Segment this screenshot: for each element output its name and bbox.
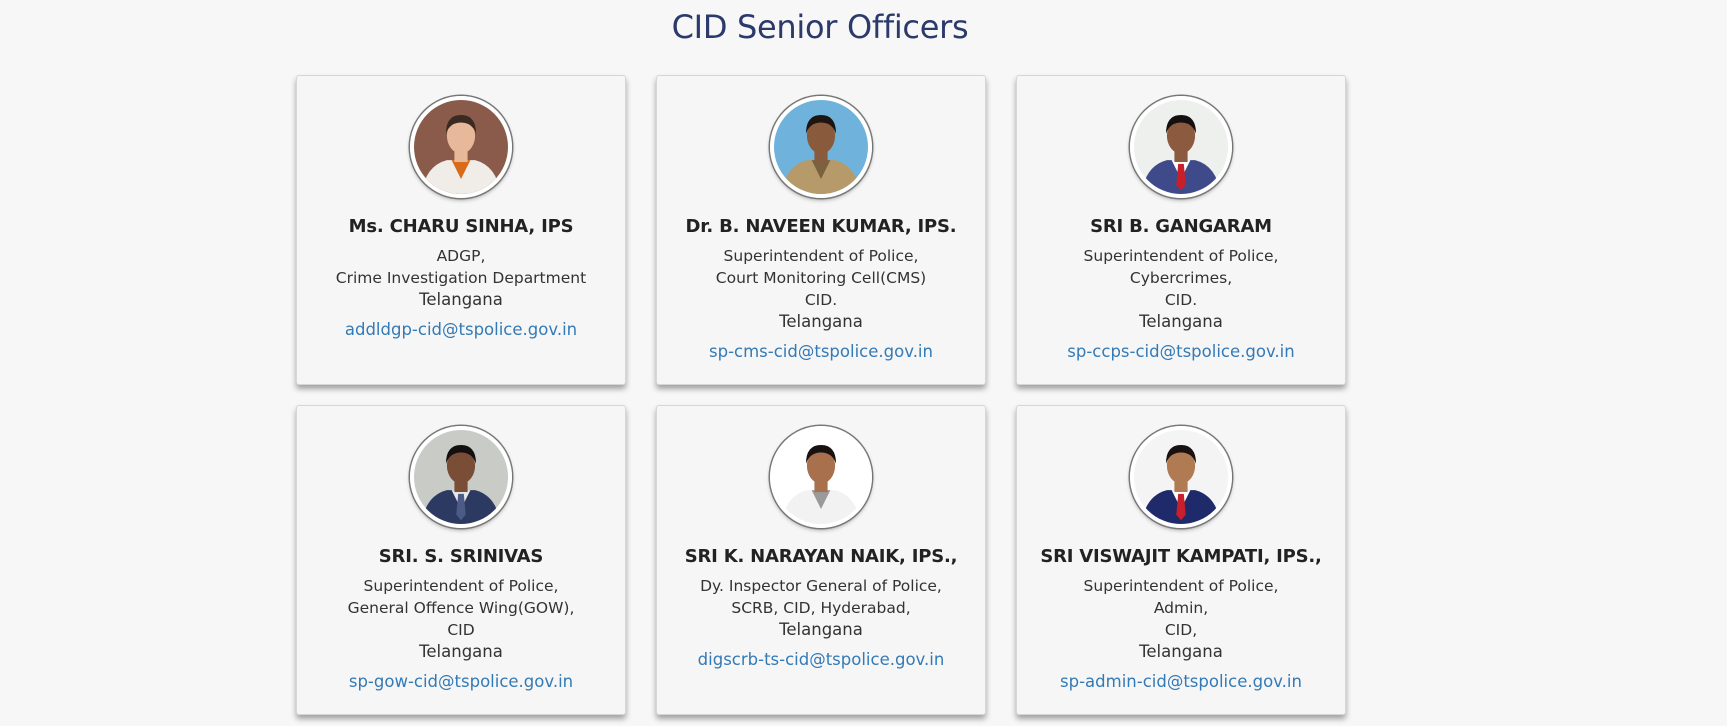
officer-designation: ADGP, Crime Investigation Department Telan…: [297, 245, 625, 311]
designation-line: Telangana: [1139, 312, 1223, 331]
officer-designation: Superintendent of Police, Cybercrimes, CID…: [1017, 245, 1345, 333]
officer-card: SRI. S. SRINIVAS Superintendent of Police…: [296, 405, 626, 715]
officer-photo: [410, 96, 512, 198]
officer-card: Dr. B. NAVEEN KUMAR, IPS. Superintendent …: [656, 75, 986, 385]
officer-name: SRI VISWAJIT KAMPATI, IPS.,: [1040, 546, 1322, 567]
officer-email-link[interactable]: digscrb-ts-cid@tspolice.gov.in: [698, 650, 945, 669]
officer-card: SRI VISWAJIT KAMPATI, IPS., Superintenden…: [1016, 405, 1346, 715]
officer-designation: Dy. Inspector General of Police, SCRB, CI…: [657, 575, 985, 641]
designation-line: Superintendent of Police,: [723, 247, 919, 265]
officer-photo: [410, 426, 512, 528]
officer-name: SRI. S. SRINIVAS: [378, 546, 544, 567]
designation-line: Superintendent of Police,: [363, 577, 559, 595]
officer-name: Ms. CHARU SINHA, IPS: [348, 216, 574, 237]
designation-line: Telangana: [1139, 642, 1223, 661]
designation-line: Dy. Inspector General of Police,: [700, 577, 942, 595]
officer-card: Ms. CHARU SINHA, IPS ADGP, Crime Investiga…: [296, 75, 626, 385]
designation-line: SCRB, CID, Hyderabad,: [731, 599, 911, 617]
officer-photo: [1130, 96, 1232, 198]
officer-name: SRI B. GANGARAM: [1090, 216, 1272, 237]
designation-line: Superintendent of Police,: [1083, 247, 1279, 265]
officer-email-link[interactable]: addldgp-cid@tspolice.gov.in: [345, 320, 577, 339]
designation-line: CID: [447, 621, 475, 639]
officer-designation: Superintendent of Police, Admin, CID, Telan…: [1017, 575, 1345, 663]
designation-line: Cybercrimes,: [1129, 269, 1233, 287]
designation-line: Telangana: [779, 312, 863, 331]
officer-email-link[interactable]: sp-ccps-cid@tspolice.gov.in: [1067, 342, 1294, 361]
designation-line: Court Monitoring Cell(CMS): [715, 269, 927, 287]
officer-photo: [770, 96, 872, 198]
officers-grid: Ms. CHARU SINHA, IPS ADGP, Crime Investiga…: [296, 75, 1346, 715]
designation-line: Admin,: [1153, 599, 1209, 617]
officer-email-link[interactable]: sp-admin-cid@tspolice.gov.in: [1060, 672, 1302, 691]
designation-line: CID.: [804, 291, 838, 309]
page-title: CID Senior Officers: [671, 8, 969, 46]
officer-photo: [1130, 426, 1232, 528]
designation-line: CID,: [1164, 621, 1198, 639]
officer-email-link[interactable]: sp-cms-cid@tspolice.gov.in: [709, 342, 933, 361]
designation-line: Telangana: [419, 642, 503, 661]
officer-email-link[interactable]: sp-gow-cid@tspolice.gov.in: [349, 672, 573, 691]
officer-card: SRI K. NARAYAN NAIK, IPS., Dy. Inspector …: [656, 405, 986, 715]
designation-line: Superintendent of Police,: [1083, 577, 1279, 595]
officer-designation: Superintendent of Police, Court Monitorin…: [657, 245, 985, 333]
officer-card: SRI B. GANGARAM Superintendent of Police,…: [1016, 75, 1346, 385]
designation-line: Telangana: [779, 620, 863, 639]
designation-line: General Offence Wing(GOW),: [347, 599, 575, 617]
designation-line: Crime Investigation Department: [335, 269, 587, 287]
designation-line: ADGP,: [436, 247, 486, 265]
officer-photo: [770, 426, 872, 528]
officer-name: SRI K. NARAYAN NAIK, IPS.,: [684, 546, 958, 567]
designation-line: CID.: [1164, 291, 1198, 309]
officer-name: Dr. B. NAVEEN KUMAR, IPS.: [685, 216, 957, 237]
officer-designation: Superintendent of Police, General Offence…: [297, 575, 625, 663]
designation-line: Telangana: [419, 290, 503, 309]
